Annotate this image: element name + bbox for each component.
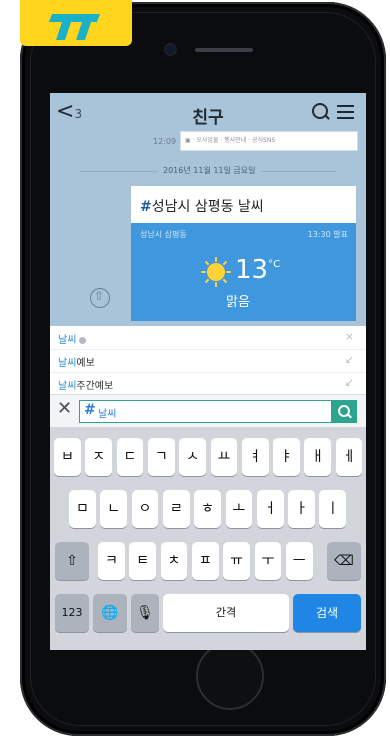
key-3-1[interactable]: ㅌ: [129, 542, 157, 580]
weather-card[interactable]: #성남시 삼평동 날씨 성남시 삼평동 13:30 발표 13°C 맑음: [131, 186, 356, 321]
sun-icon: [207, 263, 225, 281]
temperature-unit: °C: [268, 259, 281, 270]
key-3-0[interactable]: ㅋ: [98, 542, 125, 580]
weather-location: 성남시 삼평동: [140, 230, 187, 239]
weather-card-title-text: 성남시 삼평동 날씨: [151, 199, 264, 215]
microphone-icon[interactable]: 🎙: [131, 594, 159, 632]
suggestion-item[interactable]: 날씨주간예보 ↙: [50, 372, 366, 396]
key-1-4[interactable]: ㅅ: [179, 438, 206, 476]
key-3-4[interactable]: ㅠ: [223, 542, 250, 580]
home-button[interactable]: [196, 642, 264, 710]
temperature: 13°C: [235, 255, 280, 285]
key-3-6[interactable]: ㅡ: [285, 542, 313, 580]
clear-icon[interactable]: ✕: [57, 398, 72, 419]
key-2-4[interactable]: ㅎ: [194, 490, 221, 528]
weather-time: 13:30 발표: [307, 230, 348, 239]
key-2-2[interactable]: ㅇ: [131, 490, 159, 528]
key-1-2[interactable]: ㄷ: [116, 438, 144, 476]
insert-arrow-icon[interactable]: ↙: [345, 376, 354, 389]
key-2-8[interactable]: ㅣ: [319, 490, 347, 528]
key-1-7[interactable]: ㅑ: [273, 438, 300, 476]
suggestion-highlight: 날씨: [58, 335, 77, 346]
hashtag-symbol: #: [140, 199, 152, 215]
backspace-key[interactable]: ⌫: [327, 542, 361, 580]
top-bar: <3 친구: [50, 93, 366, 133]
key-2-1[interactable]: ㄴ: [100, 490, 128, 528]
key-2-5[interactable]: ㅗ: [225, 490, 253, 528]
suggestion-item[interactable]: 날씨예보 ↙: [50, 349, 366, 373]
previous-message-time: 12:09: [153, 137, 177, 146]
temperature-value: 13: [235, 255, 269, 285]
search-key[interactable]: 검색: [293, 594, 361, 632]
close-icon[interactable]: ×: [345, 330, 354, 343]
earpiece-speaker: [195, 48, 253, 52]
date-divider-label: 2016년 11월 11일 금요일: [158, 165, 261, 176]
chat-screen: <3 친구 12:09 ▣ · 오사업물 · 행사안내 · 공식SNS 2016…: [50, 93, 366, 650]
insert-arrow-icon[interactable]: ↙: [345, 353, 354, 366]
weather-card-title: #성남시 삼평동 날씨: [140, 196, 264, 216]
search-icon[interactable]: [312, 103, 328, 119]
key-2-0[interactable]: ㅁ: [69, 490, 96, 528]
brand-logo: [20, 0, 132, 46]
space-key[interactable]: 간격: [163, 594, 289, 632]
message-input-value: 날씨: [98, 409, 117, 420]
key-2-6[interactable]: ㅓ: [256, 490, 284, 528]
keyboard: ㅂㅈㄷㄱㅅㅛㅕㅑㅐㅔ ㅁㄴㅇㄹㅎㅗㅓㅏㅣ ㅋㅌㅊㅍㅠㅜㅡ ⇧ ⌫ 123 🌐 🎙…: [50, 427, 366, 650]
previous-message-bubble[interactable]: ▣ · 오사업물 · 행사안내 · 공식SNS: [180, 131, 358, 151]
key-1-9[interactable]: ㅔ: [335, 438, 363, 476]
suggestion-rest: 예보: [76, 358, 95, 369]
input-bar: ✕ # 날씨: [50, 394, 366, 427]
key-1-1[interactable]: ㅈ: [85, 438, 113, 476]
globe-icon[interactable]: 🌐: [93, 594, 127, 632]
key-3-5[interactable]: ㅜ: [254, 542, 282, 580]
key-2-3[interactable]: ㄹ: [162, 490, 190, 528]
menu-icon[interactable]: [337, 105, 354, 119]
suggestion-item[interactable]: 날씨 ×: [50, 326, 366, 350]
key-1-5[interactable]: ㅛ: [210, 438, 238, 476]
weather-condition: 맑음: [226, 295, 250, 310]
info-dot-icon: [79, 336, 87, 344]
key-2-7[interactable]: ㅏ: [288, 490, 315, 528]
weather-card-body: 성남시 삼평동 13:30 발표 13°C 맑음: [131, 223, 356, 321]
key-3-2[interactable]: ㅊ: [160, 542, 188, 580]
key-1-8[interactable]: ㅐ: [304, 438, 332, 476]
suggestion-rest: 주간예보: [76, 381, 114, 392]
key-1-0[interactable]: ㅂ: [54, 438, 81, 476]
key-1-3[interactable]: ㄱ: [147, 438, 175, 476]
shift-key[interactable]: ⇧: [55, 542, 89, 580]
key-3-3[interactable]: ㅍ: [191, 542, 219, 580]
search-send-button[interactable]: [331, 400, 357, 423]
previous-message-text: ▣ · 오사업물 · 행사안내 · 공식SNS: [185, 137, 276, 144]
hashtag-symbol: #: [84, 402, 96, 418]
message-input[interactable]: # 날씨: [79, 400, 333, 423]
logo-mark-icon: [49, 14, 100, 40]
share-icon[interactable]: [90, 288, 110, 308]
key-1-6[interactable]: ㅕ: [241, 438, 269, 476]
suggestion-highlight: 날씨: [58, 358, 77, 369]
date-divider: 2016년 11월 11일 금요일: [80, 165, 336, 177]
suggestion-highlight: 날씨: [58, 381, 77, 392]
front-camera-icon: [166, 45, 175, 54]
numbers-key[interactable]: 123: [55, 594, 89, 632]
